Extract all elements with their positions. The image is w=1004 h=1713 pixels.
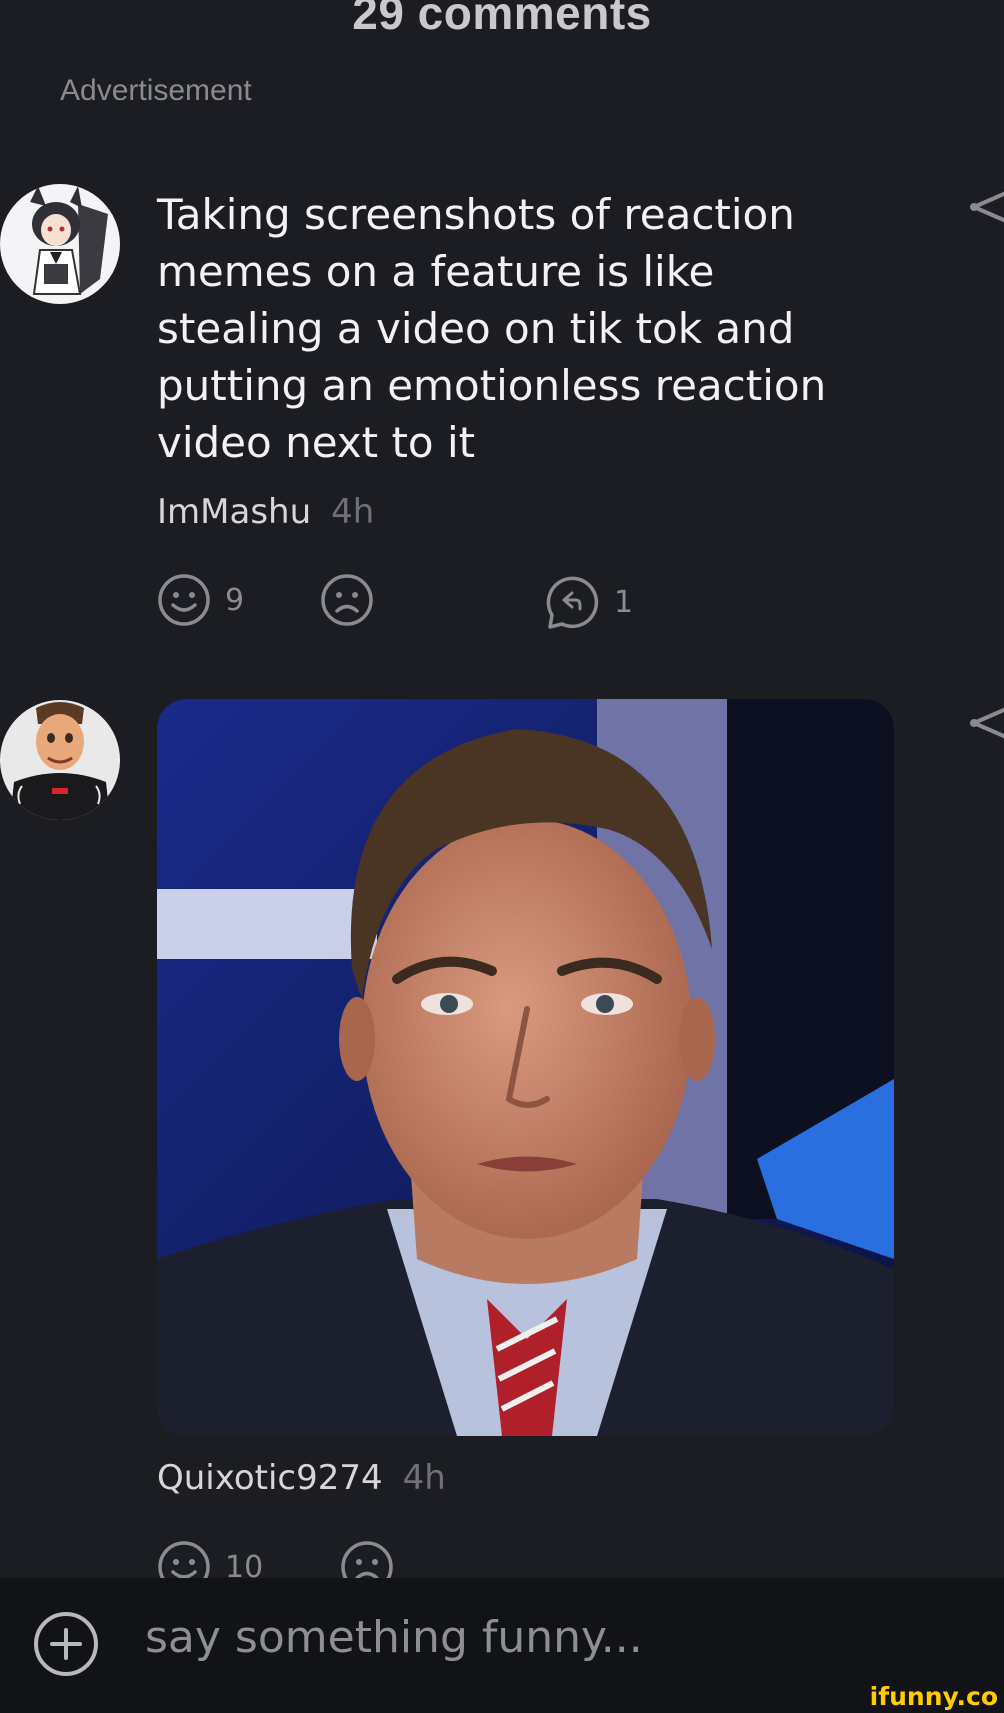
comment-author[interactable]: ImMashu [157,492,311,532]
comment-text: Taking screenshots of reaction memes on … [157,190,827,467]
smile-count: 9 [225,582,245,618]
comments-count-title: 29 comments [352,0,652,39]
avatar-immashu[interactable] [0,184,120,304]
plus-circle-icon [34,1612,98,1676]
reply-button[interactable]: 1 [542,573,633,631]
avatar-quixotic9274[interactable] [0,700,120,820]
comment-composer: say something funny... [0,1578,1004,1713]
comment-time: 4h [331,492,375,532]
smile-icon [158,574,210,626]
add-attachment-button[interactable] [32,1610,100,1683]
frown-icon [321,574,373,626]
share-icon[interactable] [966,703,1004,763]
smile-button[interactable]: 9 [157,573,244,627]
comment-input[interactable]: say something funny... [145,1612,643,1663]
advertisement-label: Advertisement [60,74,252,107]
comment-meta: ImMashu 4h [157,492,374,532]
share-icon[interactable] [966,187,1004,247]
comment-author[interactable]: Quixotic9274 [157,1458,383,1498]
comment-time: 4h [402,1458,446,1498]
ifunny-watermark: ifunny.co [869,1682,998,1711]
comment-image[interactable] [157,699,894,1436]
reply-count: 1 [614,584,634,620]
frown-button[interactable] [320,573,374,627]
comment-meta: Quixotic9274 4h [157,1458,446,1498]
reply-icon [546,576,599,629]
